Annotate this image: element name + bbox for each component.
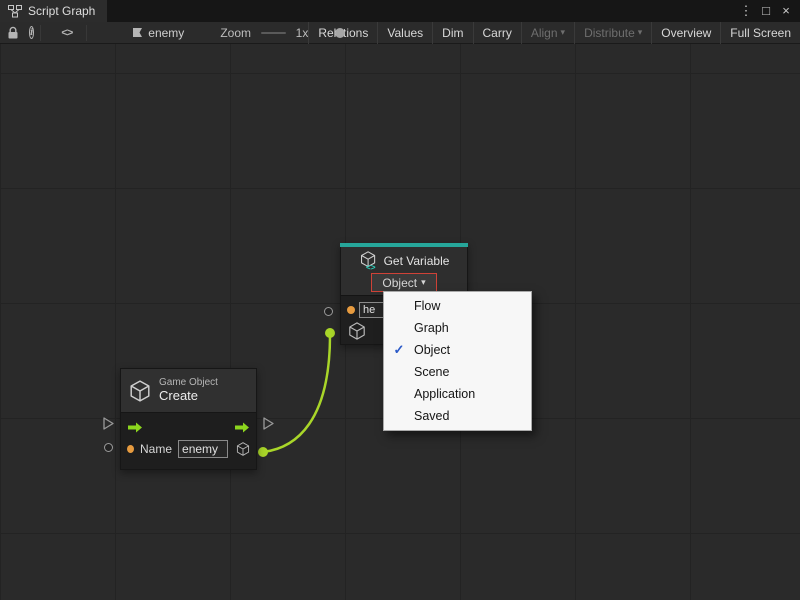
get-variable-header: <> Get Variable Object ▾ — [340, 247, 468, 295]
graph-name-chip[interactable]: enemy — [133, 26, 184, 40]
zoom-slider[interactable] — [261, 32, 286, 34]
variable-cube-icon: <> — [359, 251, 379, 271]
zoom-value: 1x — [296, 26, 309, 40]
variable-scope-dropdown[interactable]: Object ▾ — [371, 273, 437, 292]
gameobject-cube-icon — [129, 380, 151, 402]
node-title: Create — [159, 389, 218, 404]
graph-canvas[interactable]: <> Get Variable Object ▾ — [0, 44, 800, 600]
menu-item-application[interactable]: Application — [384, 383, 531, 405]
menu-item-scene[interactable]: Scene — [384, 361, 531, 383]
overview-button[interactable]: Overview — [651, 22, 720, 44]
code-icon[interactable]: <> — [61, 27, 72, 39]
variable-flag-icon — [133, 28, 143, 37]
full-screen-button[interactable]: Full Screen — [720, 22, 800, 44]
graph-icon — [8, 5, 22, 18]
wire-start-dot[interactable] — [258, 447, 268, 457]
node-create[interactable]: Game Object Create Name — [120, 368, 257, 470]
name-input-port[interactable] — [324, 307, 333, 316]
svg-text:<>: <> — [366, 263, 376, 271]
window-controls: ⋮ □ × — [738, 0, 800, 22]
flow-output-port[interactable] — [263, 417, 274, 430]
flow-out-arrow-icon[interactable] — [234, 422, 250, 433]
menu-item-graph[interactable]: Graph — [384, 317, 531, 339]
gameobject-port-cube-icon[interactable] — [348, 322, 366, 340]
node-title: Get Variable — [384, 254, 450, 268]
lock-icon[interactable] — [7, 26, 19, 40]
window-menu-button[interactable]: ⋮ — [738, 0, 754, 22]
port-label: Name — [140, 442, 172, 456]
graph-name-label: enemy — [148, 26, 184, 40]
create-header: Game Object Create — [120, 368, 257, 412]
tab-script-graph[interactable]: Script Graph — [0, 0, 107, 22]
name-value-input[interactable] — [178, 440, 228, 458]
connection-wire[interactable] — [263, 335, 330, 452]
create-body: Name — [120, 412, 257, 470]
zoom-label: Zoom — [220, 26, 251, 40]
window-close-button[interactable]: × — [778, 0, 794, 22]
toolbar-separator — [40, 25, 41, 41]
graph-toolbar: i <> enemy Zoom 1x Relations Values Dim … — [0, 22, 800, 44]
string-port-dot[interactable] — [347, 306, 355, 314]
variable-scope-menu: Flow Graph ✓ Object Scene Application Sa… — [383, 291, 532, 431]
chevron-down-icon: ▾ — [421, 277, 426, 288]
carry-button[interactable]: Carry — [473, 22, 521, 44]
menu-item-object[interactable]: ✓ Object — [384, 339, 531, 361]
menu-item-saved[interactable]: Saved — [384, 405, 531, 427]
flow-input-port[interactable] — [103, 417, 114, 430]
values-button[interactable]: Values — [377, 22, 432, 44]
string-port-dot[interactable] — [127, 445, 134, 453]
dim-button[interactable]: Dim — [432, 22, 472, 44]
flow-in-arrow-icon[interactable] — [127, 422, 143, 433]
gameobject-output-cube-icon[interactable] — [236, 441, 250, 457]
window-maximize-button[interactable]: □ — [758, 0, 774, 22]
menu-item-flow[interactable]: Flow — [384, 295, 531, 317]
distribute-button[interactable]: Distribute▾ — [574, 22, 651, 44]
check-icon: ✓ — [384, 342, 414, 358]
titlebar: Script Graph ⋮ □ × — [0, 0, 800, 22]
info-icon[interactable]: i — [29, 26, 34, 39]
value-input-port[interactable] — [104, 443, 113, 452]
tab-label: Script Graph — [28, 4, 95, 18]
toolbar-separator — [86, 25, 87, 41]
chevron-down-icon: ▾ — [561, 27, 566, 38]
zoom-slider-knob[interactable] — [335, 28, 345, 38]
script-graph-window: Script Graph ⋮ □ × i <> enemy Zoom — [0, 0, 800, 600]
chevron-down-icon: ▾ — [638, 27, 643, 38]
align-button[interactable]: Align▾ — [521, 22, 574, 44]
wire-end-dot[interactable] — [325, 328, 335, 338]
